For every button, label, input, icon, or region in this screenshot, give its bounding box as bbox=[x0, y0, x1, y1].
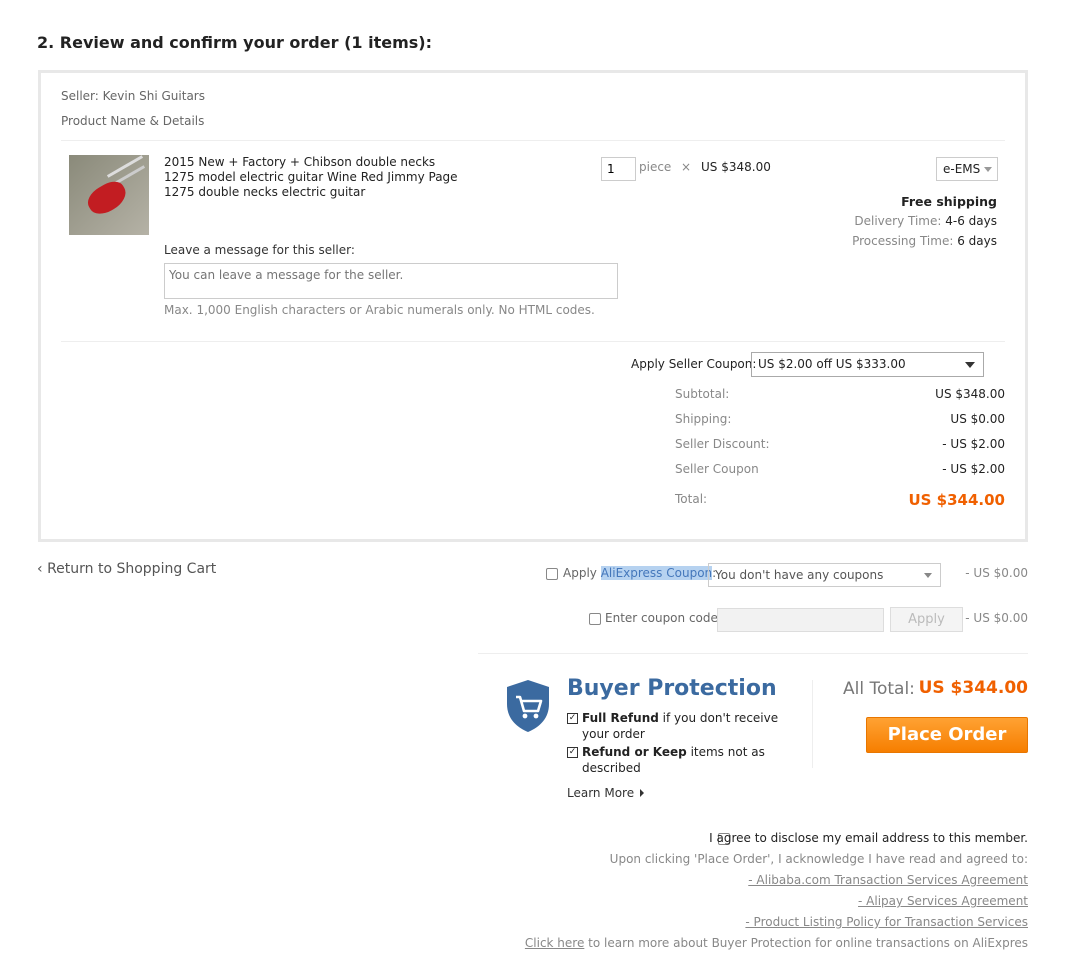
shopping-cart-shield-icon bbox=[507, 680, 549, 732]
apply-coupon-button[interactable]: Apply bbox=[890, 607, 963, 632]
seller-coupon-select[interactable]: US $2.00 off US $333.00 bbox=[751, 352, 984, 377]
seller-discount-value: - US $2.00 bbox=[942, 437, 1005, 451]
caret-right-icon bbox=[640, 789, 645, 797]
checkbox-icon: ✓ bbox=[567, 747, 578, 758]
subtotal-value: US $348.00 bbox=[935, 387, 1005, 401]
shipping-value: US $0.00 bbox=[950, 412, 1005, 426]
aliexpress-coupon-value: You don't have any coupons bbox=[715, 568, 884, 582]
seller-coupon-sum-label: Seller Coupon bbox=[675, 462, 759, 476]
aliexpress-coupon-checkbox[interactable] bbox=[546, 568, 558, 580]
seller-name: Seller: Kevin Shi Guitars bbox=[61, 89, 205, 103]
agree-email-label: I agree to disclose my email address to … bbox=[709, 831, 1028, 845]
buyer-protection-title: Buyer Protection bbox=[567, 676, 777, 701]
buyer-protection-info: Click here to learn more about Buyer Pro… bbox=[524, 936, 1028, 950]
click-here-link[interactable]: Click here bbox=[525, 936, 584, 950]
aliexpress-coupon-label: Apply AliExpress Coupon: bbox=[563, 566, 717, 580]
refund-or-keep-item: ✓ Refund or Keep items not as described bbox=[567, 745, 765, 775]
dropdown-arrow-icon bbox=[984, 167, 992, 172]
total-value: US $344.00 bbox=[908, 491, 1005, 509]
coupon-code-discount: - US $0.00 bbox=[965, 611, 1028, 625]
message-hint: Max. 1,000 English characters or Arabic … bbox=[164, 303, 595, 317]
message-textarea[interactable] bbox=[164, 263, 618, 299]
divider bbox=[812, 680, 813, 768]
listing-policy-link[interactable]: - Product Listing Policy for Transaction… bbox=[745, 915, 1028, 929]
unit-label: piece bbox=[639, 160, 672, 174]
times-sign: × bbox=[681, 160, 692, 174]
acknowledge-text: Upon clicking 'Place Order', I acknowled… bbox=[609, 852, 1028, 866]
quantity-input[interactable] bbox=[601, 157, 636, 181]
checkbox-icon: ✓ bbox=[567, 713, 578, 724]
unit-price: US $348.00 bbox=[701, 160, 771, 174]
divider bbox=[478, 653, 1028, 654]
aliexpress-coupon-select[interactable]: You don't have any coupons bbox=[708, 563, 941, 587]
shipping-method-value: e-EMS bbox=[943, 162, 981, 176]
coupon-code-input[interactable] bbox=[717, 608, 884, 632]
product-image[interactable] bbox=[69, 155, 149, 235]
processing-time: Processing Time: 6 days bbox=[852, 234, 997, 248]
seller-discount-label: Seller Discount: bbox=[675, 437, 770, 451]
dropdown-arrow-icon bbox=[965, 362, 975, 368]
message-label: Leave a message for this seller: bbox=[164, 243, 355, 257]
order-box: Seller: Kevin Shi Guitars Product Name &… bbox=[38, 70, 1028, 542]
free-shipping: Free shipping bbox=[901, 194, 997, 209]
full-refund-item: ✓ Full Refund if you don't receive your … bbox=[567, 711, 779, 741]
divider bbox=[61, 140, 1005, 141]
coupon-code-checkbox[interactable] bbox=[589, 613, 601, 625]
dropdown-arrow-icon bbox=[924, 573, 932, 578]
transaction-agreement-link[interactable]: - Alibaba.com Transaction Services Agree… bbox=[748, 873, 1028, 887]
aliexpress-coupon-discount: - US $0.00 bbox=[965, 566, 1028, 580]
alipay-agreement-link[interactable]: - Alipay Services Agreement bbox=[858, 894, 1028, 908]
total-label: Total: bbox=[675, 492, 708, 506]
seller-coupon-value: US $2.00 off US $333.00 bbox=[758, 357, 906, 371]
shipping-label: Shipping: bbox=[675, 412, 732, 426]
place-order-button[interactable]: Place Order bbox=[866, 717, 1028, 753]
learn-more-link[interactable]: Learn More bbox=[567, 786, 645, 800]
coupon-code-label: Enter coupon code: bbox=[605, 611, 722, 625]
return-to-cart-link[interactable]: ‹ Return to Shopping Cart bbox=[37, 561, 216, 577]
subtotal-label: Subtotal: bbox=[675, 387, 730, 401]
product-header: Product Name & Details bbox=[61, 114, 205, 128]
shipping-method-select[interactable]: e-EMS bbox=[936, 157, 998, 181]
seller-coupon-sum-value: - US $2.00 bbox=[942, 462, 1005, 476]
all-total-value: US $344.00 bbox=[918, 678, 1028, 698]
divider bbox=[61, 341, 1005, 342]
chevron-left-icon: ‹ bbox=[37, 561, 43, 577]
section-title: 2. Review and confirm your order (1 item… bbox=[37, 33, 432, 52]
all-total-label: All Total: bbox=[843, 679, 915, 699]
delivery-time: Delivery Time: 4-6 days bbox=[854, 214, 997, 228]
product-title-link[interactable]: 2015 New + Factory + Chibson double neck… bbox=[164, 155, 464, 200]
seller-coupon-label: Apply Seller Coupon: bbox=[631, 357, 757, 371]
